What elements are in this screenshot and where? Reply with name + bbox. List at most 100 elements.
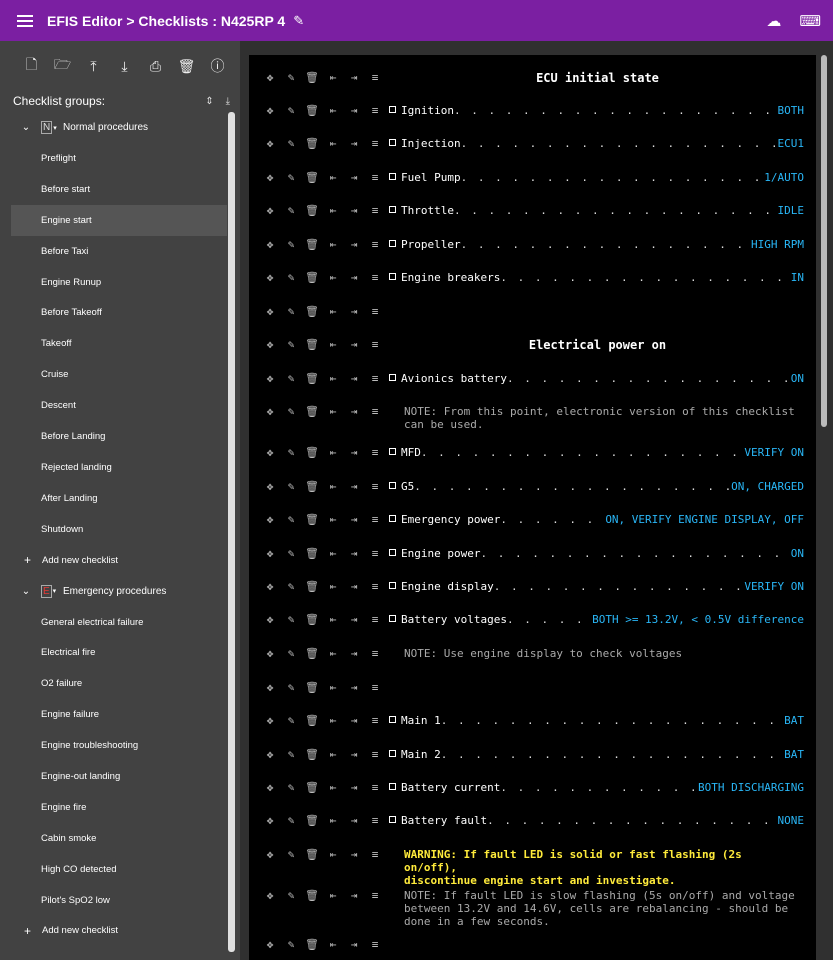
- indent-increase-icon[interactable]: ⇥: [347, 271, 361, 284]
- delete-icon[interactable]: 🗑: [305, 714, 319, 727]
- new-file-icon[interactable]: 🗋: [23, 56, 40, 75]
- checklist-item[interactable]: Engine Runup: [11, 267, 227, 298]
- item-checkbox[interactable]: [389, 448, 396, 455]
- move-icon[interactable]: ✥: [263, 71, 277, 84]
- edit-icon[interactable]: ✎: [284, 405, 298, 418]
- indent-increase-icon[interactable]: ⇥: [347, 889, 361, 902]
- group-icon[interactable]: N ▾: [41, 121, 63, 134]
- edit-title-icon[interactable]: ✎: [293, 13, 304, 29]
- delete-icon[interactable]: 🗑: [305, 204, 319, 217]
- move-icon[interactable]: ✥: [263, 104, 277, 117]
- move-icon[interactable]: ✥: [263, 204, 277, 217]
- item-checkbox[interactable]: [389, 139, 396, 146]
- delete-icon[interactable]: 🗑: [305, 480, 319, 493]
- center-icon[interactable]: ≡: [368, 137, 382, 150]
- move-icon[interactable]: ✥: [263, 748, 277, 761]
- edit-icon[interactable]: ✎: [284, 104, 298, 117]
- move-icon[interactable]: ✥: [263, 271, 277, 284]
- collapse-all-icon[interactable]: ⤓: [226, 96, 230, 107]
- indent-decrease-icon[interactable]: ⇤: [326, 372, 340, 385]
- delete-icon[interactable]: 🗑: [305, 647, 319, 660]
- indent-decrease-icon[interactable]: ⇤: [326, 814, 340, 827]
- indent-increase-icon[interactable]: ⇥: [347, 938, 361, 951]
- checklist-item[interactable]: Cabin smoke: [11, 823, 227, 854]
- move-icon[interactable]: ✥: [263, 580, 277, 593]
- move-icon[interactable]: ✥: [263, 848, 277, 861]
- item-checkbox[interactable]: [389, 750, 396, 757]
- upload-icon[interactable]: ⤒: [85, 58, 102, 75]
- add-checklist-button[interactable]: + Add new checklist: [11, 545, 227, 576]
- center-icon[interactable]: ≡: [368, 305, 382, 318]
- center-icon[interactable]: ≡: [368, 271, 382, 284]
- indent-decrease-icon[interactable]: ⇤: [326, 104, 340, 117]
- item-checkbox[interactable]: [389, 240, 396, 247]
- move-icon[interactable]: ✥: [263, 714, 277, 727]
- indent-decrease-icon[interactable]: ⇤: [326, 405, 340, 418]
- indent-decrease-icon[interactable]: ⇤: [326, 71, 340, 84]
- edit-icon[interactable]: ✎: [284, 889, 298, 902]
- center-icon[interactable]: ≡: [368, 372, 382, 385]
- move-icon[interactable]: ✥: [263, 889, 277, 902]
- indent-increase-icon[interactable]: ⇥: [347, 781, 361, 794]
- indent-increase-icon[interactable]: ⇥: [347, 580, 361, 593]
- center-icon[interactable]: ≡: [368, 714, 382, 727]
- checklist-item[interactable]: Engine start: [11, 204, 227, 236]
- edit-icon[interactable]: ✎: [284, 271, 298, 284]
- indent-increase-icon[interactable]: ⇥: [347, 714, 361, 727]
- center-icon[interactable]: ≡: [368, 889, 382, 902]
- item-checkbox[interactable]: [389, 515, 396, 522]
- checklist-item[interactable]: Engine-out landing: [11, 761, 227, 792]
- menu-icon[interactable]: [17, 14, 33, 27]
- checklist-item[interactable]: Engine troubleshooting: [11, 730, 227, 761]
- edit-icon[interactable]: ✎: [284, 137, 298, 150]
- edit-icon[interactable]: ✎: [284, 372, 298, 385]
- indent-decrease-icon[interactable]: ⇤: [326, 305, 340, 318]
- indent-decrease-icon[interactable]: ⇤: [326, 137, 340, 150]
- edit-icon[interactable]: ✎: [284, 480, 298, 493]
- checklist-item[interactable]: Pilot's SpO2 low: [11, 885, 227, 916]
- center-icon[interactable]: ≡: [368, 238, 382, 251]
- indent-decrease-icon[interactable]: ⇤: [326, 748, 340, 761]
- checklist-item[interactable]: Engine failure: [11, 699, 227, 730]
- center-icon[interactable]: ≡: [368, 613, 382, 626]
- edit-icon[interactable]: ✎: [284, 580, 298, 593]
- indent-decrease-icon[interactable]: ⇤: [326, 848, 340, 861]
- center-icon[interactable]: ≡: [368, 580, 382, 593]
- group-icon[interactable]: E ▾: [41, 584, 63, 598]
- checklist-item[interactable]: General electrical failure: [11, 607, 227, 638]
- indent-decrease-icon[interactable]: ⇤: [326, 938, 340, 951]
- print-icon[interactable]: ⎙: [147, 58, 164, 75]
- download-icon[interactable]: ⤓: [116, 58, 133, 75]
- item-checkbox[interactable]: [389, 716, 396, 723]
- checklist-item[interactable]: Before Landing: [11, 421, 227, 452]
- delete-icon[interactable]: 🗑: [305, 104, 319, 117]
- indent-decrease-icon[interactable]: ⇤: [326, 647, 340, 660]
- move-icon[interactable]: ✥: [263, 681, 277, 694]
- indent-increase-icon[interactable]: ⇥: [347, 338, 361, 351]
- indent-increase-icon[interactable]: ⇥: [347, 681, 361, 694]
- center-icon[interactable]: ≡: [368, 781, 382, 794]
- edit-icon[interactable]: ✎: [284, 238, 298, 251]
- checklist-item[interactable]: High CO detected: [11, 854, 227, 885]
- center-icon[interactable]: ≡: [368, 405, 382, 418]
- move-icon[interactable]: ✥: [263, 513, 277, 526]
- delete-icon[interactable]: 🗑: [305, 305, 319, 318]
- indent-increase-icon[interactable]: ⇥: [347, 71, 361, 84]
- indent-decrease-icon[interactable]: ⇤: [326, 580, 340, 593]
- chevron-down-icon[interactable]: ⌄: [11, 586, 41, 597]
- checklist-group[interactable]: ⌄ N ▾ Normal procedures: [11, 112, 227, 143]
- indent-decrease-icon[interactable]: ⇤: [326, 480, 340, 493]
- open-folder-icon[interactable]: 🗁: [54, 56, 71, 75]
- delete-icon[interactable]: 🗑: [305, 171, 319, 184]
- center-icon[interactable]: ≡: [368, 480, 382, 493]
- indent-increase-icon[interactable]: ⇥: [347, 372, 361, 385]
- edit-icon[interactable]: ✎: [284, 848, 298, 861]
- checklist-item[interactable]: Before Taxi: [11, 236, 227, 267]
- checklist-item[interactable]: Engine fire: [11, 792, 227, 823]
- delete-icon[interactable]: 🗑: [305, 547, 319, 560]
- edit-icon[interactable]: ✎: [284, 171, 298, 184]
- delete-icon[interactable]: 🗑: [305, 137, 319, 150]
- checklist-item[interactable]: Descent: [11, 390, 227, 421]
- checklist-item[interactable]: Cruise: [11, 359, 227, 390]
- move-icon[interactable]: ✥: [263, 405, 277, 418]
